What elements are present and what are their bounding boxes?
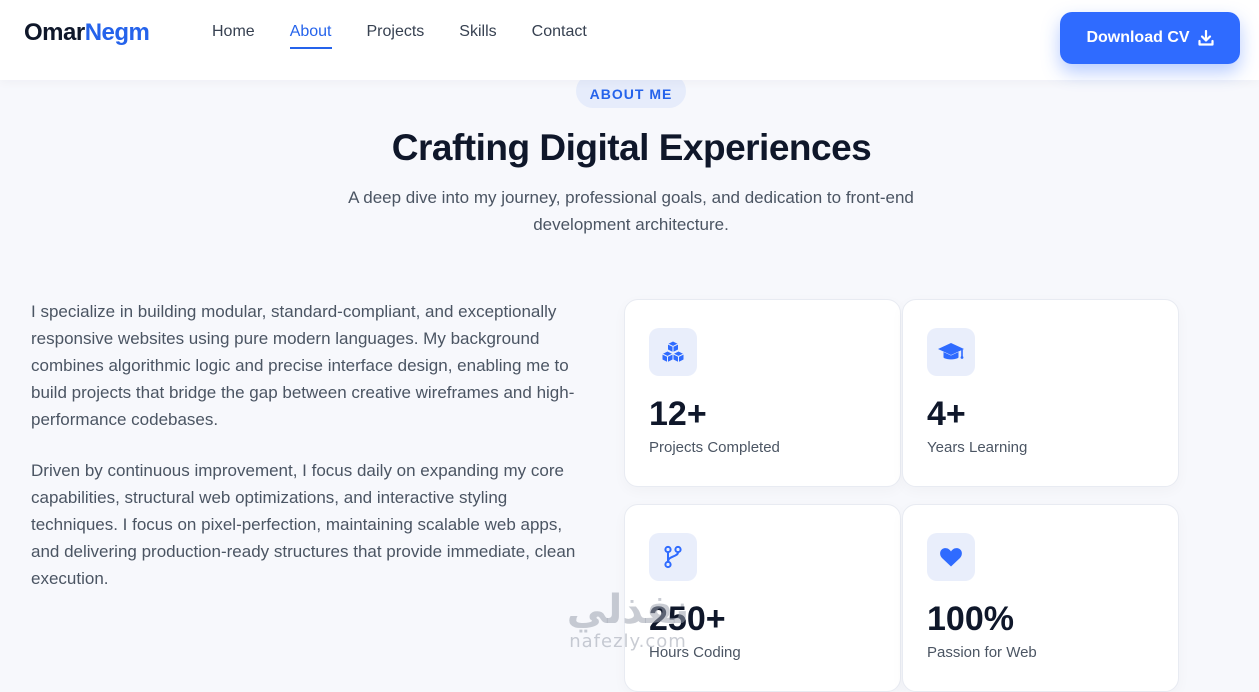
section-subtitle: A deep dive into my journey, professiona… bbox=[348, 188, 914, 234]
site-logo[interactable]: OmarNegm bbox=[24, 18, 150, 48]
stat-label: Years Learning bbox=[927, 439, 1028, 456]
download-icon bbox=[1197, 30, 1214, 46]
stat-label: Hours Coding bbox=[649, 644, 741, 661]
nav-home[interactable]: Home bbox=[212, 20, 255, 49]
code-branch-icon bbox=[649, 533, 697, 581]
site-header: OmarNegm Home About Projects Skills Cont… bbox=[0, 0, 1259, 80]
download-cv-button[interactable]: Download CV bbox=[1060, 12, 1240, 64]
nav-about[interactable]: About bbox=[289, 20, 332, 49]
nav-contact[interactable]: Contact bbox=[532, 20, 587, 49]
about-text: I specialize in building modular, standa… bbox=[31, 298, 586, 616]
main-nav: Home About Projects Skills Contact bbox=[212, 20, 587, 49]
stat-card-passion: 100% Passion for Web bbox=[902, 504, 1179, 692]
nav-skills[interactable]: Skills bbox=[459, 20, 496, 49]
stat-value: 250+ bbox=[649, 600, 726, 638]
stat-card-years: 4+ Years Learning bbox=[902, 299, 1179, 487]
about-paragraph: I specialize in building modular, standa… bbox=[31, 302, 575, 429]
stat-card-projects: 12+ Projects Completed bbox=[624, 299, 901, 487]
logo-first-name: Omar bbox=[24, 19, 85, 46]
stat-value: 12+ bbox=[649, 395, 707, 433]
heart-icon bbox=[927, 533, 975, 581]
graduation-cap-icon bbox=[927, 328, 975, 376]
nav-projects[interactable]: Projects bbox=[367, 20, 425, 49]
stat-label: Passion for Web bbox=[927, 644, 1037, 661]
stat-label: Projects Completed bbox=[649, 439, 780, 456]
section-title: Crafting Digital Experiences bbox=[391, 127, 872, 168]
about-paragraph: Driven by continuous improvement, I focu… bbox=[31, 461, 576, 588]
download-cv-label: Download CV bbox=[1086, 29, 1190, 46]
stat-value: 4+ bbox=[927, 395, 966, 433]
cubes-icon bbox=[649, 328, 697, 376]
logo-last-name: Negm bbox=[84, 19, 150, 46]
stat-card-hours: 250+ Hours Coding bbox=[624, 504, 901, 692]
stat-value: 100% bbox=[927, 600, 1014, 638]
